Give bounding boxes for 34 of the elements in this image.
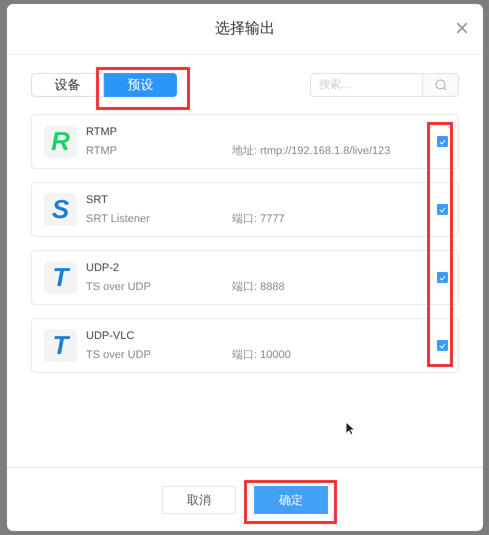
output-card[interactable]: S SRT SRT Listener 端口: 7777 (31, 182, 459, 237)
output-name: UDP-2 (86, 260, 120, 276)
output-card[interactable]: T UDP-2 TS over UDP 端口: 8888 (31, 250, 459, 305)
checkbox[interactable] (437, 204, 448, 215)
output-logo: T (44, 329, 77, 362)
output-type: TS over UDP (86, 348, 152, 363)
checkbox[interactable] (437, 340, 448, 351)
output-logo: S (44, 193, 77, 226)
dialog-title: 选择输出 (215, 18, 275, 39)
checkbox[interactable] (437, 136, 448, 147)
check-icon (439, 138, 446, 144)
output-detail: 端口: 10000 (232, 348, 291, 363)
output-name: RTMP (86, 124, 118, 140)
search-icon (434, 79, 446, 91)
checkbox[interactable] (437, 272, 448, 283)
check-icon (439, 274, 446, 280)
output-card[interactable]: T UDP-VLC TS over UDP 端口: 10000 (31, 318, 459, 373)
output-name: SRT (86, 192, 109, 208)
search-button[interactable] (423, 73, 459, 97)
output-card[interactable]: R RTMP RTMP 地址: rtmp://192.168.1.8/live/123 (31, 114, 459, 169)
cancel-button[interactable]: 取消 (162, 486, 236, 514)
output-type: TS over UDP (86, 280, 152, 295)
output-logo: T (44, 261, 77, 294)
mouse-pointer-icon (345, 421, 355, 436)
output-type: RTMP (86, 144, 118, 159)
output-detail: 端口: 7777 (232, 212, 285, 227)
check-icon (439, 342, 446, 348)
output-detail: 地址: rtmp://192.168.1.8/live/123 (232, 144, 390, 159)
output-type: SRT Listener (86, 212, 151, 227)
output-logo: R (44, 125, 77, 158)
output-detail: 端口: 8888 (232, 280, 285, 295)
output-name: UDP-VLC (86, 328, 136, 344)
check-icon (439, 206, 446, 212)
tab[interactable]: 设备 (31, 73, 104, 97)
